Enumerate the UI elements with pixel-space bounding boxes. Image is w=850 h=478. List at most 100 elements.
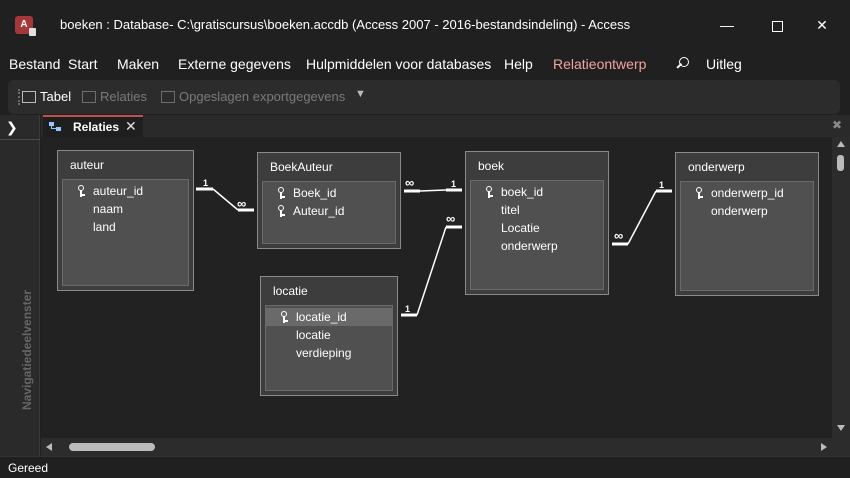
field-list: onderwerp_id onderwerp: [680, 181, 814, 291]
primary-key-icon: [280, 311, 290, 323]
search-icon[interactable]: [676, 57, 691, 71]
table-icon: [22, 90, 36, 103]
field-list: auteur_id naam land: [62, 179, 189, 286]
maximize-button[interactable]: [755, 10, 799, 40]
menu-help[interactable]: Help: [504, 56, 533, 72]
nav-expand-chevron-icon[interactable]: ❯: [6, 119, 18, 136]
field-verdieping[interactable]: verdieping: [266, 344, 392, 362]
field-boek-id[interactable]: Boek_id: [263, 184, 395, 202]
vertical-scrollbar[interactable]: [832, 137, 850, 438]
scrollbar-corner: [832, 438, 850, 456]
rel-many-label: ∞: [446, 211, 456, 226]
table-title: onderwerp: [688, 160, 745, 174]
field-label: onderwerp: [711, 204, 768, 218]
menu-start[interactable]: Start: [68, 56, 98, 72]
field-auteur-id[interactable]: Auteur_id: [263, 202, 395, 220]
primary-key-icon: [485, 186, 495, 198]
export-button[interactable]: Opgeslagen exportgegevens: [161, 89, 345, 104]
field-label: land: [93, 220, 116, 234]
table-title: BoekAuteur: [270, 160, 333, 174]
field-list: boek_id titel Locatie onderwerp: [470, 180, 604, 290]
scroll-left-arrow-icon[interactable]: [46, 443, 52, 451]
field-label: locatie: [296, 328, 331, 342]
nav-pane-label[interactable]: Navigatiedeelvenster: [20, 290, 34, 410]
field-auteur-id[interactable]: auteur_id: [63, 182, 188, 200]
table-title: auteur: [70, 158, 105, 172]
field-boek-id[interactable]: boek_id: [471, 183, 603, 201]
navigation-pane: ❯ Navigatiedeelvenster: [0, 115, 40, 456]
field-list: Boek_id Auteur_id: [262, 181, 396, 244]
menu-hulpmiddelen[interactable]: Hulpmiddelen voor databases: [306, 56, 491, 72]
relationships-tab-icon: [49, 122, 62, 132]
scroll-right-arrow-icon[interactable]: [821, 443, 827, 451]
menu-bar: Bestand Start Maken Externe gegevens Hul…: [0, 50, 850, 78]
rel-one-label: 1: [203, 178, 209, 188]
scroll-up-arrow-icon[interactable]: [837, 141, 845, 147]
table-title: locatie: [273, 284, 308, 298]
table-locatie[interactable]: locatie locatie_id locatie verdieping: [260, 276, 398, 396]
primary-key-icon: [277, 205, 287, 217]
field-label: onderwerp: [501, 239, 558, 253]
field-onderwerp[interactable]: onderwerp: [681, 202, 813, 220]
field-titel[interactable]: titel: [471, 201, 603, 219]
vertical-scroll-thumb[interactable]: [837, 155, 844, 171]
field-locatie[interactable]: Locatie: [471, 219, 603, 237]
horizontal-scrollbar[interactable]: [41, 438, 832, 456]
tab-relaties[interactable]: Relaties ✕: [43, 115, 143, 137]
ribbon: Tabel Relaties Opgeslagen exportgegevens…: [8, 80, 840, 114]
customize-dropdown-icon[interactable]: ▼: [355, 88, 366, 100]
access-app-icon[interactable]: A: [15, 16, 36, 36]
table-onderwerp[interactable]: onderwerp onderwerp_id onderwerp: [675, 152, 819, 296]
close-tab-icon[interactable]: ✕: [125, 118, 137, 135]
horizontal-scroll-thumb[interactable]: [69, 443, 155, 451]
primary-key-icon: [695, 187, 705, 199]
close-button[interactable]: ✕: [800, 10, 844, 40]
field-label: locatie_id: [296, 310, 347, 324]
field-label: onderwerp_id: [711, 186, 784, 200]
window-title: boeken : Database- C:\gratiscursus\boeke…: [60, 17, 631, 32]
field-locatie-id[interactable]: locatie_id: [266, 308, 392, 326]
minimize-button[interactable]: —: [705, 10, 749, 40]
status-text: Gereed: [8, 461, 49, 475]
nav-separator: [0, 139, 40, 140]
rel-many-label: ∞: [237, 196, 247, 211]
field-label: auteur_id: [93, 184, 144, 198]
field-label: Auteur_id: [293, 204, 345, 218]
primary-key-icon: [77, 185, 87, 197]
rel-one-label: 1: [659, 180, 665, 190]
field-label: Locatie: [501, 221, 540, 235]
app-icon-letter: A: [20, 19, 28, 30]
field-locatie[interactable]: locatie: [266, 326, 392, 344]
table-boek[interactable]: boek boek_id titel Locatie onderwerp: [465, 151, 609, 295]
field-label: Boek_id: [293, 186, 337, 200]
field-list: locatie_id locatie verdieping: [265, 305, 393, 391]
title-bar: A boeken : Database- C:\gratiscursus\boe…: [0, 0, 850, 50]
menu-externe-gegevens[interactable]: Externe gegevens: [178, 56, 291, 72]
menu-uitleg[interactable]: Uitleg: [706, 56, 742, 72]
tabel-button[interactable]: Tabel: [22, 89, 71, 104]
table-boekauteur[interactable]: BoekAuteur Boek_id Auteur_id: [257, 152, 401, 249]
relaties-label: Relaties: [100, 89, 147, 104]
rel-one-label: 1: [451, 179, 457, 189]
field-label: naam: [93, 202, 124, 216]
scroll-down-arrow-icon[interactable]: [837, 425, 845, 431]
field-onderwerp[interactable]: onderwerp: [471, 237, 603, 255]
menu-maken[interactable]: Maken: [117, 56, 159, 72]
tab-relaties-label: Relaties: [73, 120, 120, 134]
tabel-label: Tabel: [40, 89, 72, 104]
field-onderwerp-id[interactable]: onderwerp_id: [681, 184, 813, 202]
field-land[interactable]: land: [63, 218, 188, 236]
menu-bestand[interactable]: Bestand: [9, 56, 60, 72]
primary-key-icon: [277, 187, 287, 199]
export-label: Opgeslagen exportgegevens: [179, 89, 346, 104]
relaties-button[interactable]: Relaties: [82, 89, 147, 104]
rel-many-label: ∞: [614, 228, 624, 243]
close-document-icon[interactable]: ✖: [832, 118, 842, 132]
status-bar: Gereed: [0, 456, 850, 478]
menu-relatieontwerp[interactable]: Relatieontwerp: [553, 56, 646, 72]
rel-many-label: ∞: [405, 175, 415, 190]
field-label: boek_id: [501, 185, 544, 199]
field-naam[interactable]: naam: [63, 200, 188, 218]
maximize-icon: [771, 20, 783, 32]
table-auteur[interactable]: auteur auteur_id naam land: [57, 150, 194, 291]
